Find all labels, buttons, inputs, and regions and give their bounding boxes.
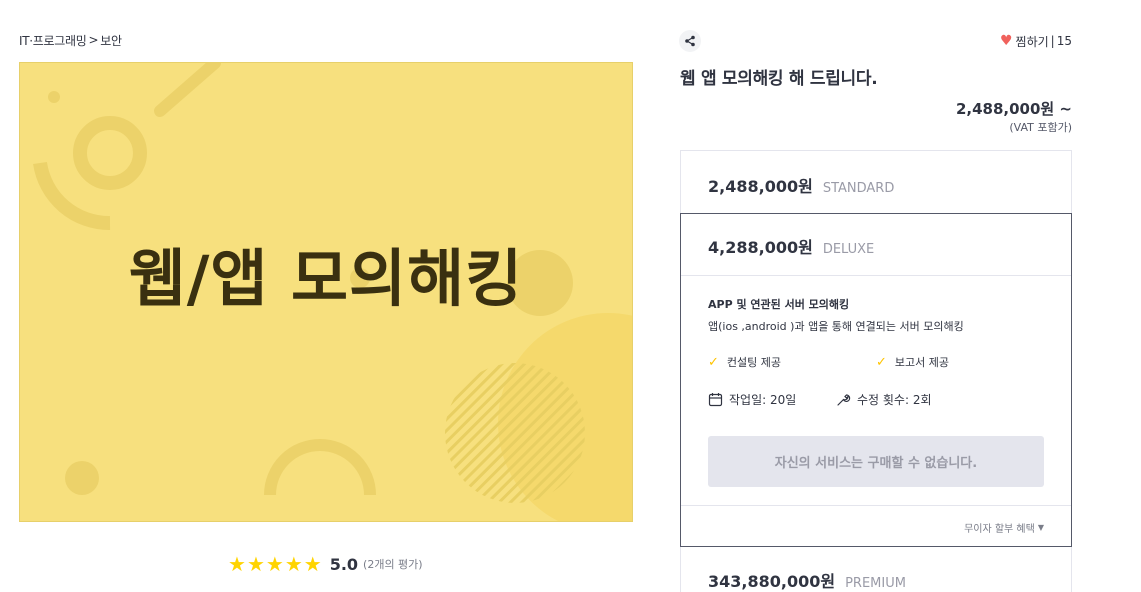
share-button[interactable] [679, 30, 701, 52]
package-premium[interactable]: 343,880,000원 PREMIUM [681, 568, 1071, 592]
package-deluxe-header[interactable]: 4,288,000원 DELUXE [681, 214, 1071, 276]
favorite-separator: | [1050, 34, 1055, 48]
feature-report: ✓ 보고서 제공 [876, 354, 949, 370]
breadcrumb-subcategory[interactable]: 보안 [100, 32, 122, 49]
installment-benefit-toggle[interactable]: 무이자 할부 혜택 ▼ [964, 520, 1044, 535]
caret-down-icon: ▼ [1037, 523, 1044, 532]
thumbnail-title: 웹/앱 모의해킹 [128, 242, 524, 315]
price-from: 2,488,000원 ~ [955, 100, 1072, 118]
star-icon: ★ [246, 552, 265, 576]
service-thumbnail: 웹/앱 모의해킹 [19, 62, 633, 522]
check-icon: ✓ [876, 354, 887, 370]
wrench-icon [837, 394, 851, 406]
package-price: 4,288,000원 [708, 238, 813, 257]
star-icon: ★ [303, 552, 322, 576]
breadcrumb-category[interactable]: IT·프로그래밍 [19, 32, 87, 49]
feature-label: 컨설팅 제공 [726, 356, 782, 369]
favorite-label: 찜하기 [1015, 34, 1049, 49]
package-description-title: APP 및 연관된 서버 모의해킹 [708, 298, 850, 311]
feature-consulting: ✓ 컨설팅 제공 [708, 354, 781, 370]
package-price: 2,488,000원 [708, 177, 813, 196]
check-icon: ✓ [708, 354, 719, 370]
purchase-button[interactable]: 자신의 서비스는 구매할 수 없습니다. [708, 436, 1044, 487]
rating-score: 5.0 [329, 554, 359, 574]
calendar-icon [708, 393, 723, 407]
rating-stars: ★ ★ ★ ★ ★ [228, 554, 322, 574]
work-days: 작업일: 20일 [708, 391, 796, 408]
package-deluxe-row: 4,288,000원 DELUXE [681, 234, 1071, 258]
package-price: 343,880,000원 [708, 572, 836, 591]
share-icon [685, 35, 695, 47]
star-icon: ★ [265, 552, 284, 576]
package-deluxe: 4,288,000원 DELUXE APP 및 연관된 서버 모의해킹 앱(io… [680, 213, 1072, 547]
package-name: STANDARD [822, 181, 895, 196]
rating-count: (2개의 평가) [363, 558, 423, 571]
work-days-label: 작업일: 20일 [729, 393, 797, 407]
installment-benefit-label: 무이자 할부 혜택 [964, 524, 1035, 535]
package-standard[interactable]: 2,488,000원 STANDARD [681, 173, 1071, 197]
package-name: PREMIUM [845, 576, 906, 591]
feature-label: 보고서 제공 [894, 356, 950, 369]
star-icon: ★ [284, 552, 303, 576]
package-panel: 2,488,000원 STANDARD 4,288,000원 DELUXE AP… [680, 150, 1072, 592]
revision-count: 수정 횟수: 2회 [836, 391, 932, 408]
package-description: 앱(ios ,android )과 앱을 통해 연결되는 서버 모의해킹 [708, 320, 964, 333]
rating-summary[interactable]: ★ ★ ★ ★ ★ 5.0 (2개의 평가) [228, 553, 423, 575]
star-icon: ★ [228, 552, 246, 576]
favorite-count: 15 [1056, 34, 1072, 48]
service-title: 웹 앱 모의해킹 해 드립니다. [680, 69, 878, 89]
breadcrumb: IT·프로그래밍 > 보안 [19, 32, 122, 48]
package-footer: 무이자 할부 혜택 ▼ [681, 505, 1071, 547]
chevron-right-icon: > [88, 33, 99, 47]
heart-icon: ♥ [999, 33, 1013, 49]
favorite-button[interactable]: ♥ 찜하기 | 15 [1000, 32, 1072, 50]
revision-count-label: 수정 횟수: 2회 [857, 393, 932, 407]
package-name: DELUXE [822, 242, 875, 257]
vat-note: (VAT 포함가) [1009, 121, 1072, 134]
